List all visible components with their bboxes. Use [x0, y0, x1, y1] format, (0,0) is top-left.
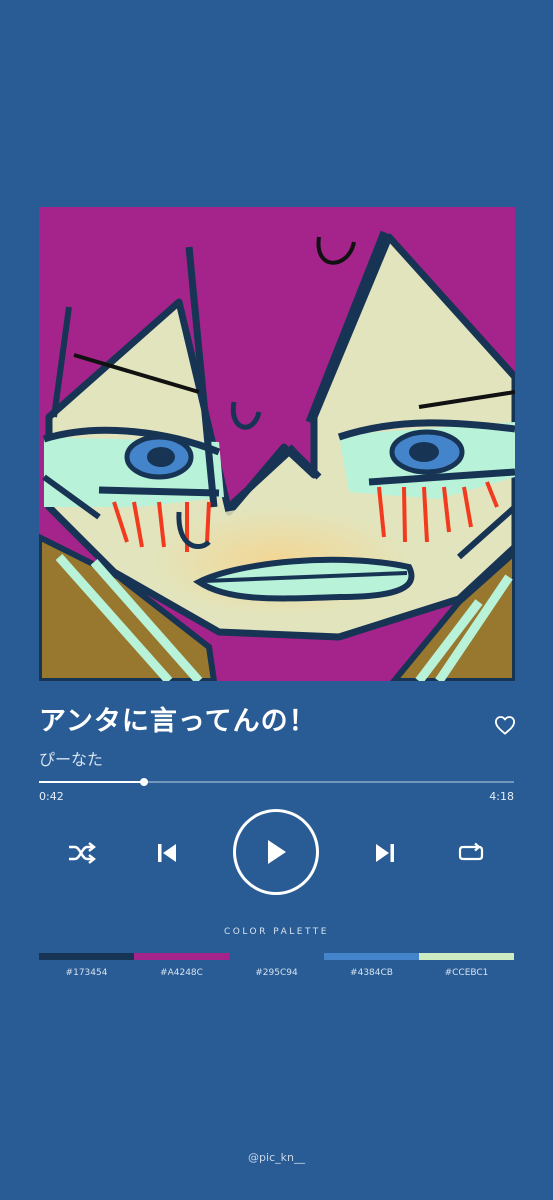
swatch: #A4248C — [134, 953, 229, 979]
swatch-color — [419, 953, 514, 960]
swatch-color — [134, 953, 229, 960]
swatch-code: #295C94 — [255, 968, 298, 978]
swatch-color — [229, 953, 324, 960]
progress-fill — [39, 781, 144, 783]
swatch: #173454 — [39, 953, 134, 979]
skip-previous-icon — [158, 844, 176, 862]
swatch-code: #173454 — [65, 968, 108, 978]
song-title: アンタに言ってんの！ — [39, 706, 317, 737]
swatch-color — [39, 953, 134, 960]
repeat-button[interactable] — [455, 838, 487, 868]
play-icon — [268, 840, 286, 864]
repeat-icon — [458, 842, 484, 861]
shuffle-icon — [69, 842, 96, 864]
play-button[interactable] — [233, 809, 319, 895]
heart-outline-icon — [494, 716, 515, 735]
swatch: #CCEBC1 — [419, 953, 514, 979]
credit-handle: @pic_kn__ — [248, 1151, 305, 1164]
color-palette: #173454 #A4248C #295C94 #4384CB #CCEBC1 — [39, 953, 514, 979]
palette-label: COLOR PALETTE — [224, 927, 329, 937]
total-time: 4:18 — [489, 790, 514, 803]
previous-button[interactable] — [152, 838, 182, 868]
swatch: #4384CB — [324, 953, 419, 979]
next-button[interactable] — [370, 838, 400, 868]
progress-knob[interactable] — [139, 778, 148, 786]
album-artwork — [39, 207, 515, 681]
swatch: #295C94 — [229, 953, 324, 979]
progress-bar[interactable] — [39, 778, 514, 786]
swatch-code: #4384CB — [350, 968, 393, 978]
skip-next-icon — [376, 844, 394, 862]
swatch-code: #A4248C — [160, 968, 203, 978]
elapsed-time: 0:42 — [39, 790, 64, 803]
shuffle-button[interactable] — [66, 838, 98, 868]
swatch-color — [324, 953, 419, 960]
like-button[interactable] — [490, 710, 520, 740]
swatch-code: #CCEBC1 — [444, 968, 489, 978]
artist-name: ぴーなた — [39, 750, 104, 769]
